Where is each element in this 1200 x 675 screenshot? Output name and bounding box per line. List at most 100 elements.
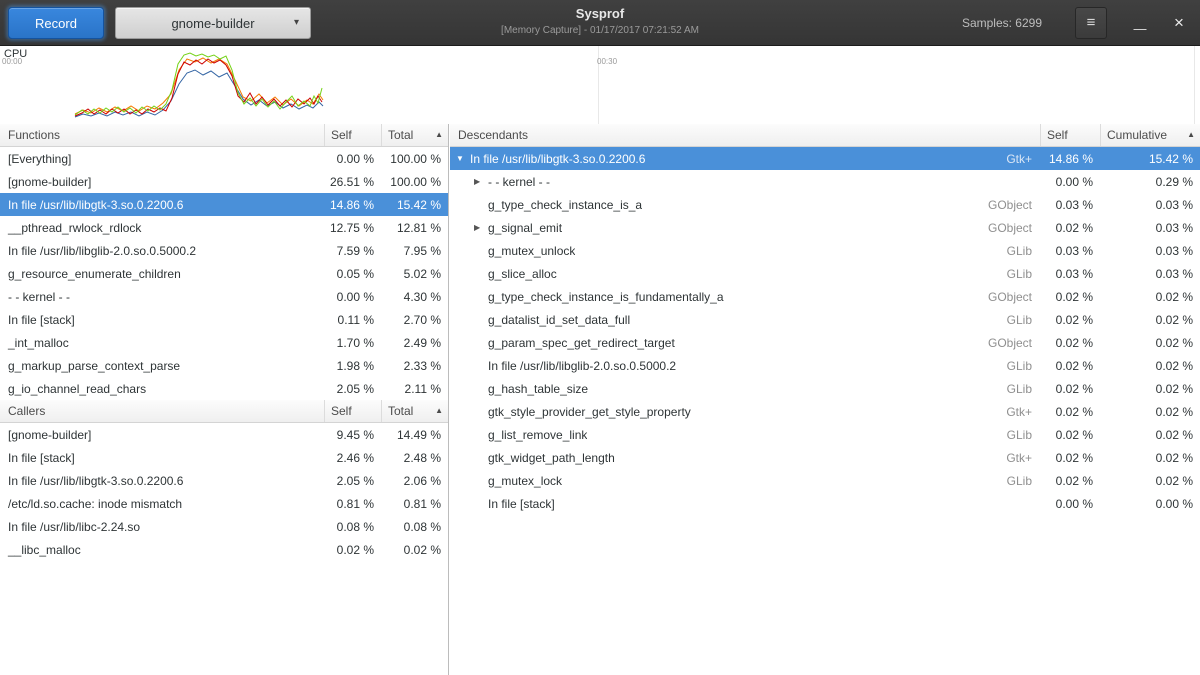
function-self-percent: 7.59 % <box>324 244 381 258</box>
function-self-percent: 0.00 % <box>324 152 381 166</box>
descendant-name: g_mutex_lock <box>488 474 562 488</box>
descendant-name-cell: g_type_check_instance_is_fundamentally_a… <box>450 290 1040 304</box>
function-total-percent: 100.00 % <box>381 175 448 189</box>
descendant-row[interactable]: In file [stack] 0.00 % 0.00 % <box>450 492 1200 515</box>
descendant-cumulative-percent: 0.03 % <box>1100 221 1200 235</box>
descendant-row[interactable]: gtk_widget_path_length Gtk+ 0.02 % 0.02 … <box>450 446 1200 469</box>
function-row[interactable]: In file [stack] 0.11 % 2.70 % <box>0 308 448 331</box>
descendant-name-cell: g_list_remove_link GLib <box>450 428 1040 442</box>
column-header-total[interactable]: Total ▲ <box>381 400 448 422</box>
caller-self-percent: 0.81 % <box>324 497 381 511</box>
function-self-percent: 26.51 % <box>324 175 381 189</box>
descendant-name-cell: g_mutex_lock GLib <box>450 474 1040 488</box>
descendant-cumulative-percent: 0.03 % <box>1100 198 1200 212</box>
column-header-callers[interactable]: Callers <box>0 400 324 422</box>
descendant-cumulative-percent: 0.02 % <box>1100 428 1200 442</box>
sort-arrow-icon: ▲ <box>435 124 443 146</box>
descendant-row[interactable]: g_hash_table_size GLib 0.02 % 0.02 % <box>450 377 1200 400</box>
descendant-row[interactable]: g_mutex_lock GLib 0.02 % 0.02 % <box>450 469 1200 492</box>
descendant-self-percent: 0.03 % <box>1040 267 1100 281</box>
descendant-row[interactable]: In file /usr/lib/libglib-2.0.so.0.5000.2… <box>450 354 1200 377</box>
descendant-row[interactable]: g_datalist_id_set_data_full GLib 0.02 % … <box>450 308 1200 331</box>
column-header-total[interactable]: Total ▲ <box>381 124 448 146</box>
function-row[interactable]: g_resource_enumerate_children 0.05 % 5.0… <box>0 262 448 285</box>
descendant-name: gtk_widget_path_length <box>488 451 615 465</box>
function-row[interactable]: g_io_channel_read_chars 2.05 % 2.11 % <box>0 377 448 400</box>
descendant-name-cell: g_mutex_unlock GLib <box>450 244 1040 258</box>
function-row[interactable]: In file /usr/lib/libgtk-3.so.0.2200.6 14… <box>0 193 448 216</box>
descendant-row[interactable]: ▶ g_signal_emit GObject 0.02 % 0.03 % <box>450 216 1200 239</box>
column-header-descendants[interactable]: Descendants <box>450 124 1040 146</box>
function-total-percent: 15.42 % <box>381 198 448 212</box>
cpu-line-blue <box>75 70 323 117</box>
caller-total-percent: 14.49 % <box>381 428 448 442</box>
function-row[interactable]: [gnome-builder] 26.51 % 100.00 % <box>0 170 448 193</box>
column-header-cumulative[interactable]: Cumulative ▲ <box>1100 124 1200 146</box>
descendant-row[interactable]: g_mutex_unlock GLib 0.03 % 0.03 % <box>450 239 1200 262</box>
function-total-percent: 7.95 % <box>381 244 448 258</box>
descendant-row[interactable]: g_type_check_instance_is_a GObject 0.03 … <box>450 193 1200 216</box>
caller-row[interactable]: __libc_malloc 0.02 % 0.02 % <box>0 538 448 561</box>
descendant-cumulative-percent: 0.02 % <box>1100 382 1200 396</box>
function-total-percent: 2.70 % <box>381 313 448 327</box>
sort-arrow-icon: ▲ <box>1187 124 1195 146</box>
column-header-self[interactable]: Self <box>1040 124 1100 146</box>
column-header-self[interactable]: Self <box>324 124 381 146</box>
descendant-row[interactable]: ▶ - - kernel - - 0.00 % 0.29 % <box>450 170 1200 193</box>
library-category-label: GObject <box>988 221 1040 235</box>
function-name: In file [stack] <box>0 313 324 327</box>
library-category-label: GLib <box>1007 382 1040 396</box>
expander-icon[interactable]: ▶ <box>474 177 488 186</box>
column-header-total-label: Total <box>388 400 413 422</box>
descendant-row[interactable]: ▼ In file /usr/lib/libgtk-3.so.0.2200.6 … <box>450 147 1200 170</box>
window-title-block: Sysprof [Memory Capture] - 01/17/2017 07… <box>300 6 900 36</box>
descendant-name: g_list_remove_link <box>488 428 587 442</box>
cpu-graph[interactable]: CPU 00:00 00:30 <box>0 46 1200 124</box>
descendant-name-cell: g_param_spec_get_redirect_target GObject <box>450 336 1040 350</box>
minimize-button[interactable]: — <box>1130 12 1150 34</box>
function-self-percent: 12.75 % <box>324 221 381 235</box>
caller-name: [gnome-builder] <box>0 428 324 442</box>
caller-row[interactable]: In file [stack] 2.46 % 2.48 % <box>0 446 448 469</box>
function-name: [Everything] <box>0 152 324 166</box>
descendant-cumulative-percent: 0.02 % <box>1100 313 1200 327</box>
record-button[interactable]: Record <box>8 7 104 39</box>
menu-button[interactable]: ≡ <box>1075 7 1107 39</box>
function-name: g_resource_enumerate_children <box>0 267 324 281</box>
descendant-row[interactable]: g_type_check_instance_is_fundamentally_a… <box>450 285 1200 308</box>
caller-name: /etc/ld.so.cache: inode mismatch <box>0 497 324 511</box>
process-selector-dropdown[interactable]: gnome-builder ▾ <box>115 7 311 39</box>
descendant-self-percent: 0.02 % <box>1040 405 1100 419</box>
close-button[interactable]: × <box>1168 12 1190 34</box>
descendant-cumulative-percent: 15.42 % <box>1100 152 1200 166</box>
expander-icon[interactable]: ▼ <box>456 154 470 163</box>
column-header-functions[interactable]: Functions <box>0 124 324 146</box>
descendant-row[interactable]: g_list_remove_link GLib 0.02 % 0.02 % <box>450 423 1200 446</box>
library-category-label: GObject <box>988 198 1040 212</box>
function-row[interactable]: g_markup_parse_context_parse 1.98 % 2.33… <box>0 354 448 377</box>
descendant-name-cell: g_slice_alloc GLib <box>450 267 1040 281</box>
descendants-table: Descendants Self Cumulative ▲ ▼ In file … <box>450 124 1200 515</box>
function-row[interactable]: [Everything] 0.00 % 100.00 % <box>0 147 448 170</box>
descendant-row[interactable]: g_slice_alloc GLib 0.03 % 0.03 % <box>450 262 1200 285</box>
caller-row[interactable]: In file /usr/lib/libc-2.24.so 0.08 % 0.0… <box>0 515 448 538</box>
caller-row[interactable]: [gnome-builder] 9.45 % 14.49 % <box>0 423 448 446</box>
function-row[interactable]: In file /usr/lib/libglib-2.0.so.0.5000.2… <box>0 239 448 262</box>
caller-name: In file /usr/lib/libgtk-3.so.0.2200.6 <box>0 474 324 488</box>
function-row[interactable]: - - kernel - - 0.00 % 4.30 % <box>0 285 448 308</box>
descendant-row[interactable]: gtk_style_provider_get_style_property Gt… <box>450 400 1200 423</box>
expander-icon[interactable]: ▶ <box>474 223 488 232</box>
function-self-percent: 1.98 % <box>324 359 381 373</box>
descendant-row[interactable]: g_param_spec_get_redirect_target GObject… <box>450 331 1200 354</box>
function-row[interactable]: _int_malloc 1.70 % 2.49 % <box>0 331 448 354</box>
descendant-self-percent: 14.86 % <box>1040 152 1100 166</box>
descendant-self-percent: 0.00 % <box>1040 497 1100 511</box>
caller-self-percent: 2.05 % <box>324 474 381 488</box>
caller-row[interactable]: In file /usr/lib/libgtk-3.so.0.2200.6 2.… <box>0 469 448 492</box>
function-row[interactable]: __pthread_rwlock_rdlock 12.75 % 12.81 % <box>0 216 448 239</box>
window-subtitle: [Memory Capture] - 01/17/2017 07:21:52 A… <box>300 25 900 36</box>
caller-row[interactable]: /etc/ld.so.cache: inode mismatch 0.81 % … <box>0 492 448 515</box>
descendant-cumulative-percent: 0.02 % <box>1100 474 1200 488</box>
function-total-percent: 2.33 % <box>381 359 448 373</box>
column-header-self[interactable]: Self <box>324 400 381 422</box>
